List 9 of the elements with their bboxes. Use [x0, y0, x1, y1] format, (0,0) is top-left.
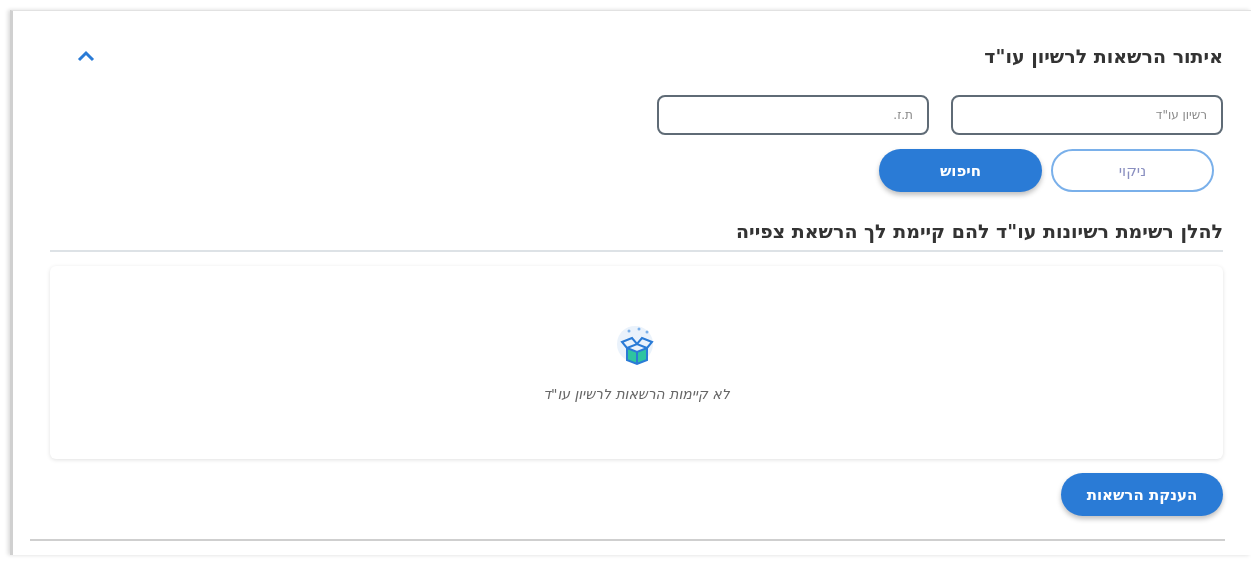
empty-message: לא קיימות הרשאות לרשיון עו"ד — [543, 385, 730, 402]
chevron-icon — [76, 50, 96, 62]
input-field[interactable]: רשיון עו"ד — [951, 95, 1223, 135]
clear-button[interactable]: ניקוי — [1051, 149, 1214, 192]
input-field[interactable]: ת.ז. — [657, 95, 929, 135]
section-title: איתור הרשאות לרשיון עו"ד — [984, 45, 1223, 67]
list-heading: להלן רשימת רשיונות עו"ד להם קיימת לך הרשאת צפייה — [50, 220, 1223, 252]
grant-permissions-button[interactable]: הענקת הרשאות — [1061, 473, 1223, 516]
search-button[interactable]: חיפוש — [879, 149, 1042, 192]
